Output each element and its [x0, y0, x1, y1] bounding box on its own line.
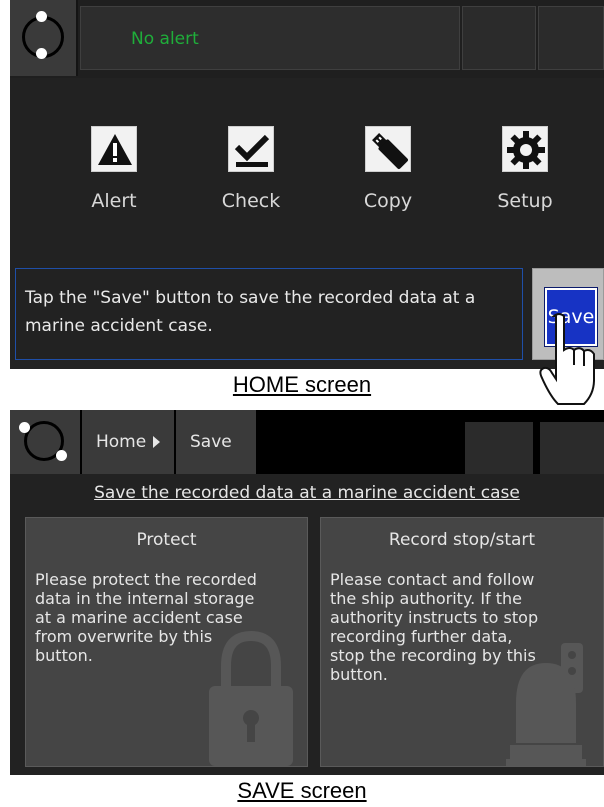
- usb-stick-icon: [365, 126, 411, 172]
- alert-status-bar[interactable]: No alert: [80, 6, 460, 70]
- save-instruction-box: Tap the "Save" button to save the record…: [15, 268, 523, 360]
- top-blank-button-1[interactable]: [462, 6, 536, 70]
- record-stop-start-button[interactable]: Record stop/start Please contact and fol…: [320, 517, 604, 767]
- ring-logo-icon: [19, 421, 67, 461]
- breadcrumb-home[interactable]: Home: [82, 410, 174, 474]
- home-screen-caption: HOME screen: [232, 372, 372, 397]
- top-blank-button-1[interactable]: [465, 422, 533, 474]
- save-header: Home Save: [10, 410, 604, 474]
- checkmark-icon: [228, 126, 274, 172]
- protect-button[interactable]: Protect Please protect the recorded data…: [25, 517, 308, 767]
- home-screen: No alert Alert Check Copy Setup Tap the …: [10, 0, 604, 369]
- app-alert[interactable]: Alert: [64, 120, 164, 220]
- top-blank-button-2[interactable]: [540, 422, 604, 474]
- app-copy[interactable]: Copy: [338, 120, 438, 220]
- save-instruction-text: Tap the "Save" button to save the record…: [25, 288, 476, 336]
- app-alert-label: Alert: [91, 190, 137, 212]
- app-copy-label: Copy: [363, 190, 413, 212]
- alert-status-text: No alert: [131, 29, 199, 49]
- home-header: No alert: [10, 0, 604, 78]
- warning-triangle-icon: [91, 126, 137, 172]
- breadcrumb-save[interactable]: Save: [176, 410, 256, 474]
- recorder-icon: [506, 643, 586, 766]
- app-check-label: Check: [221, 190, 281, 212]
- app-icon-row: Alert Check Copy Setup: [10, 120, 604, 220]
- page-title: Save the recorded data at a marine accid…: [94, 483, 520, 503]
- status-logo[interactable]: [10, 410, 80, 474]
- top-blank-button-2[interactable]: [538, 6, 604, 70]
- ring-logo-icon: [22, 11, 64, 59]
- app-setup-label: Setup: [497, 190, 553, 212]
- save-screen: Home Save Save the recorded data at a ma…: [10, 410, 604, 775]
- gear-icon: [502, 126, 548, 172]
- save-screen-caption: SAVE screen: [237, 778, 367, 803]
- app-setup[interactable]: Setup: [475, 120, 575, 220]
- protect-title: Protect: [136, 530, 197, 550]
- app-check[interactable]: Check: [201, 120, 301, 220]
- status-logo[interactable]: [10, 0, 78, 76]
- padlock-icon: [209, 630, 293, 766]
- chevron-right-icon: [153, 436, 161, 448]
- record-stop-start-title: Record stop/start: [388, 530, 536, 550]
